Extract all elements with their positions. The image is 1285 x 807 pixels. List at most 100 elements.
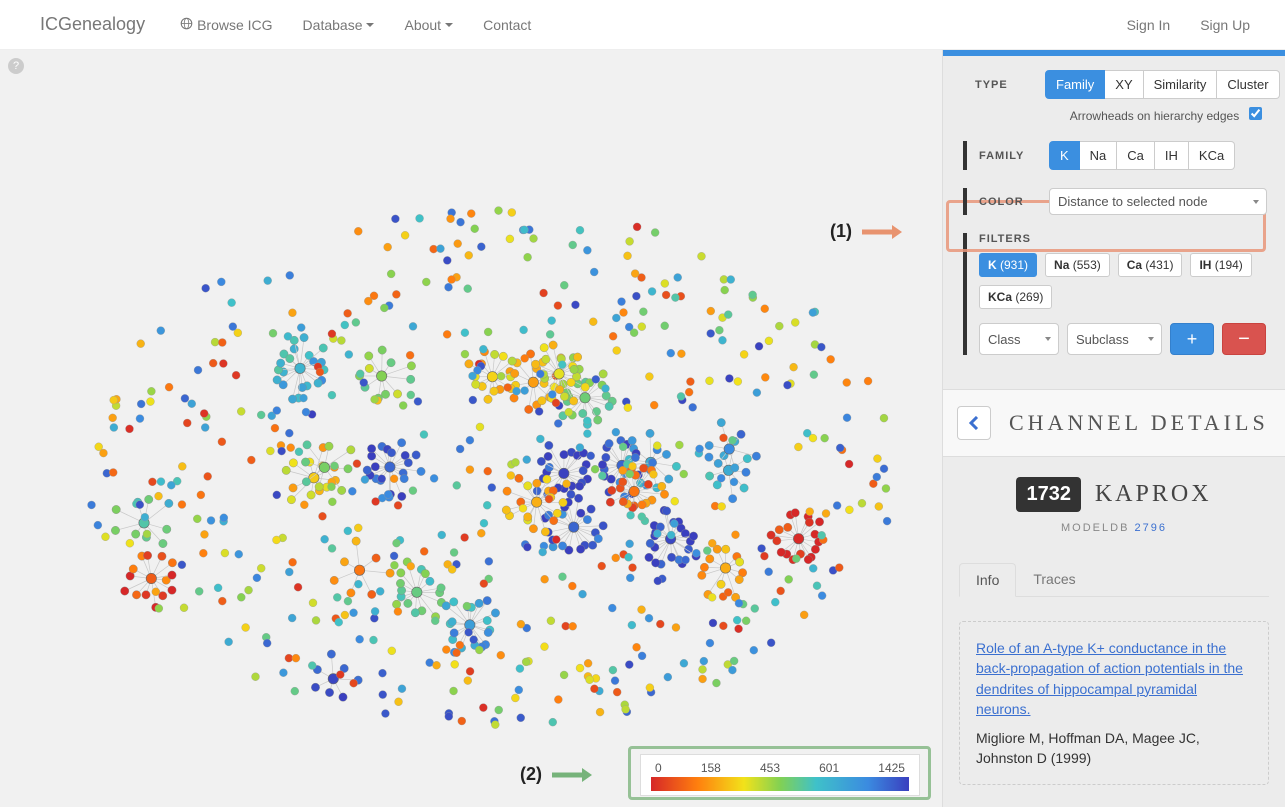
color-legend: 0 158 453 601 1425 (640, 754, 920, 796)
annotation-2: (2) (520, 764, 592, 785)
nav-database[interactable]: Database (288, 2, 390, 48)
type-group: Type Family XY Similarity Cluster Arrowh… (963, 70, 1285, 123)
color-group: Color Distance to selected node (963, 188, 1285, 215)
family-graph[interactable] (70, 190, 920, 750)
legend-tick: 158 (701, 761, 721, 775)
group-indicator (963, 233, 967, 355)
details-title: CHANNEL DETAILS (1009, 410, 1269, 436)
filter-tag-na[interactable]: Na (553) (1045, 253, 1110, 277)
channel-heading: 1732 KAPROX (959, 477, 1269, 512)
filter-tag-count: (553) (1073, 258, 1101, 272)
family-ih-button[interactable]: IH (1155, 141, 1189, 170)
subclass-select[interactable]: Subclass (1067, 323, 1162, 355)
remove-filter-button[interactable]: − (1222, 323, 1266, 355)
group-indicator (963, 141, 967, 170)
filter-tag-count: (269) (1015, 290, 1043, 304)
type-similarity-button[interactable]: Similarity (1144, 70, 1218, 99)
family-k-button[interactable]: K (1049, 141, 1080, 170)
reference-authors: Migliore M, Hoffman DA, Magee JC, Johnst… (976, 729, 1252, 768)
tab-traces[interactable]: Traces (1016, 562, 1092, 596)
nav-about[interactable]: About (389, 2, 468, 48)
family-buttons: K Na Ca IH KCa (1049, 141, 1235, 170)
filter-tag-count: (431) (1145, 258, 1173, 272)
caret-down-icon (366, 23, 374, 27)
nav-browse[interactable]: Browse ICG (165, 2, 287, 48)
arrow-right-icon (552, 768, 592, 782)
filter-tag-k[interactable]: K (931) (979, 253, 1037, 277)
arrow-right-icon (862, 225, 902, 239)
legend-tick: 601 (819, 761, 839, 775)
nav-signin[interactable]: Sign In (1112, 2, 1186, 48)
modeldb-link[interactable]: 2796 (1134, 522, 1166, 534)
sidebar-accent-bar (943, 50, 1285, 56)
type-family-button[interactable]: Family (1045, 70, 1105, 99)
family-group: Family K Na Ca IH KCa (963, 141, 1285, 170)
arrowheads-row: Arrowheads on hierarchy edges (975, 107, 1280, 123)
chevron-left-icon (968, 416, 980, 430)
family-na-button[interactable]: Na (1080, 141, 1118, 170)
channel-id-badge: 1732 (1016, 477, 1081, 512)
brand[interactable]: ICGenealogy (20, 0, 165, 49)
tab-info[interactable]: Info (959, 563, 1016, 597)
filter-tag-kca[interactable]: KCa (269) (979, 285, 1052, 309)
legend-tick: 0 (655, 761, 662, 775)
details-header: CHANNEL DETAILS (943, 389, 1285, 457)
back-button[interactable] (957, 406, 991, 440)
minus-icon: − (1238, 328, 1250, 351)
arrowheads-checkbox[interactable] (1249, 107, 1262, 120)
plus-icon: + (1187, 329, 1198, 350)
filter-tag-label: Ca (1127, 258, 1142, 272)
legend-ticks: 0 158 453 601 1425 (651, 761, 909, 775)
sidebar: Type Family XY Similarity Cluster Arrowh… (942, 50, 1285, 807)
navbar: ICGenealogy Browse ICG Database About Co… (0, 0, 1285, 50)
nav-browse-label: Browse ICG (197, 17, 272, 33)
filter-tag-ca[interactable]: Ca (431) (1118, 253, 1183, 277)
family-ca-button[interactable]: Ca (1117, 141, 1155, 170)
nav-left: ICGenealogy Browse ICG Database About Co… (20, 0, 546, 49)
filter-tag-ih[interactable]: IH (194) (1190, 253, 1251, 277)
modeldb-row: MODELDB 2796 (959, 522, 1269, 534)
filter-controls-row: Class Subclass + − (979, 323, 1267, 355)
annotation-2-label: (2) (520, 764, 542, 785)
legend-tick: 1425 (878, 761, 905, 775)
type-buttons: Family XY Similarity Cluster (1045, 70, 1280, 99)
type-xy-button[interactable]: XY (1105, 70, 1143, 99)
details-body: 1732 KAPROX MODELDB 2796 Info Traces Rol… (943, 457, 1285, 785)
filter-tag-label: IH (1199, 258, 1211, 272)
type-label: Type (975, 79, 1033, 91)
channel-name: KAPROX (1095, 481, 1212, 508)
filter-tag-label: KCa (988, 290, 1012, 304)
graph-canvas[interactable]: ? (1) (2) 0 158 453 601 (0, 50, 942, 807)
class-select[interactable]: Class (979, 323, 1059, 355)
globe-icon (180, 17, 193, 33)
caret-down-icon (445, 23, 453, 27)
annotation-1: (1) (830, 221, 902, 242)
nav-about-label: About (404, 17, 441, 33)
reference-title-link[interactable]: Role of an A-type K+ conductance in the … (976, 638, 1252, 719)
legend-tick: 453 (760, 761, 780, 775)
filters-group: Filters K (931) Na (553) Ca (431) IH (19… (963, 233, 1285, 355)
filter-tag-label: K (988, 258, 997, 272)
filter-tags: K (931) Na (553) Ca (431) IH (194) KCa (… (979, 253, 1267, 309)
type-cluster-button[interactable]: Cluster (1217, 70, 1279, 99)
group-indicator (963, 188, 967, 215)
help-icon[interactable]: ? (8, 58, 24, 74)
filter-tag-count: (931) (1000, 258, 1028, 272)
nav-database-label: Database (303, 17, 363, 33)
family-kca-button[interactable]: KCa (1189, 141, 1235, 170)
arrowheads-text: Arrowheads on hierarchy edges (1070, 109, 1239, 123)
filter-tag-label: Na (1054, 258, 1069, 272)
annotation-1-label: (1) (830, 221, 852, 242)
color-label: Color (979, 196, 1037, 208)
nav-signup[interactable]: Sign Up (1185, 2, 1265, 48)
color-select[interactable]: Distance to selected node (1049, 188, 1267, 215)
modeldb-label: MODELDB (1061, 522, 1129, 534)
filter-tag-count: (194) (1215, 258, 1243, 272)
add-filter-button[interactable]: + (1170, 323, 1214, 355)
filters-label: Filters (979, 233, 1267, 245)
arrowheads-label[interactable]: Arrowheads on hierarchy edges (1070, 109, 1262, 123)
nav-contact[interactable]: Contact (468, 2, 546, 48)
reference-box: Role of an A-type K+ conductance in the … (959, 621, 1269, 785)
nav-right: Sign In Sign Up (1112, 2, 1265, 48)
details-tabs: Info Traces (959, 562, 1269, 597)
